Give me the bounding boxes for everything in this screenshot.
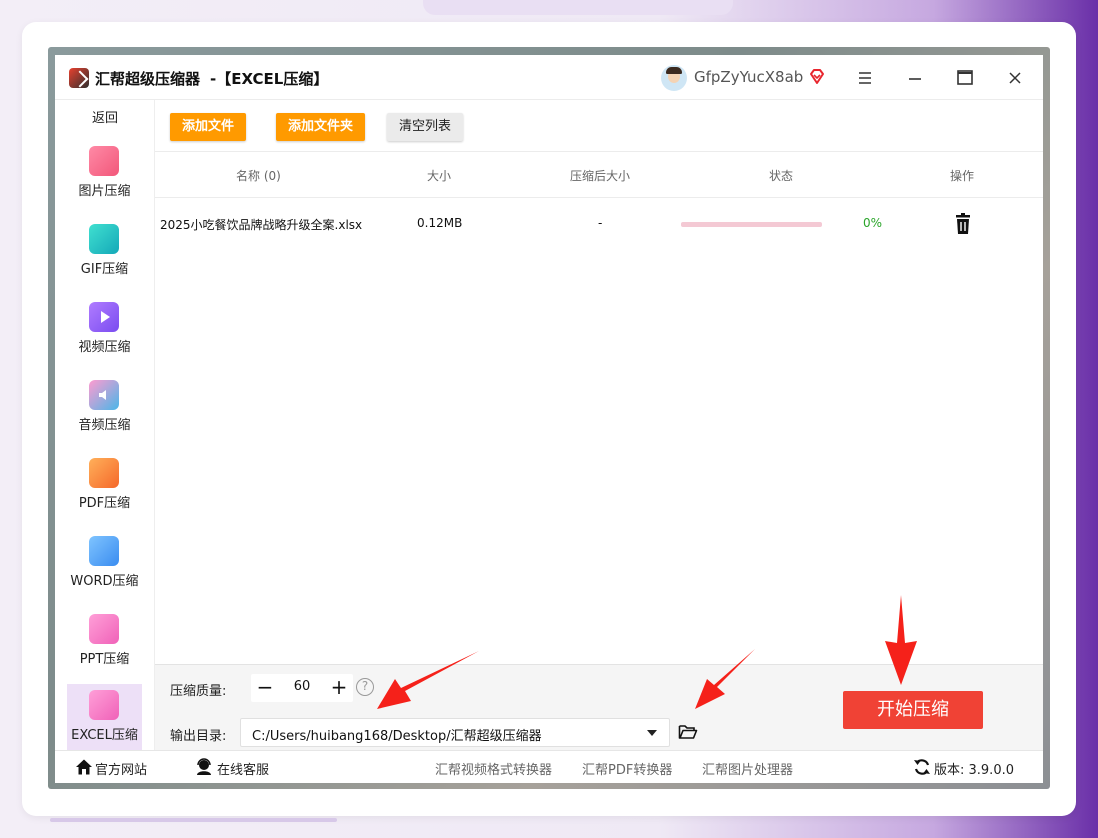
annotation-arrow-start: [885, 595, 917, 685]
output-dir-label: 输出目录:: [170, 729, 227, 744]
sidebar-item-label: GIF压缩: [80, 262, 129, 277]
file-name: 2025小吃餐饮品牌战略升级全案.xlsx: [160, 218, 363, 232]
output-dir-value: C:/Users/huibang168/Desktop/汇帮超级压缩器: [252, 729, 542, 744]
excel-compress-icon: [89, 690, 119, 720]
app-title: 汇帮超级压缩器: [95, 70, 201, 88]
annotation-arrow-path: [377, 651, 479, 709]
column-size: 大小: [427, 169, 452, 183]
maximize-icon[interactable]: [951, 64, 979, 92]
username[interactable]: GfpZyYucX8ab: [694, 68, 803, 86]
status-bar: 官方网站 在线客服 汇帮视频格式转换器 汇帮PDF转换器 汇帮图片处理器 版本:…: [55, 750, 1043, 783]
quality-stepper: − 60 +: [251, 674, 353, 702]
column-compressed-size: 压缩后大小: [570, 169, 631, 183]
gif-compress-icon: [89, 224, 119, 254]
version-label: 版本: 3.9.0.0: [934, 763, 1014, 778]
image-compress-icon: [89, 146, 119, 176]
sidebar-item-excel[interactable]: EXCEL压缩: [67, 684, 142, 754]
title-bar: 汇帮超级压缩器 -【EXCEL压缩】 GfpZyYucX8ab: [55, 55, 1043, 100]
column-action: 操作: [950, 169, 975, 183]
app-window: 汇帮超级压缩器 -【EXCEL压缩】 GfpZyYucX8ab 返回 图片压缩: [55, 55, 1043, 783]
minimize-icon[interactable]: [901, 64, 929, 92]
progress-bar: [681, 222, 822, 227]
help-icon[interactable]: ?: [356, 678, 374, 696]
add-folder-button[interactable]: 添加文件夹: [276, 113, 366, 141]
sidebar-item-ppt[interactable]: PPT压缩: [67, 608, 142, 678]
word-compress-icon: [89, 536, 119, 566]
file-size: 0.12MB: [417, 216, 463, 230]
sidebar-item-video[interactable]: 视频压缩: [67, 296, 142, 366]
annotation-arrow-folder: [695, 649, 755, 709]
folder-open-icon[interactable]: [678, 723, 698, 741]
sidebar-item-label: PDF压缩: [78, 496, 131, 511]
column-name: 名称 (0): [236, 169, 281, 183]
compressed-size: -: [598, 216, 603, 230]
sidebar-item-audio[interactable]: 音频压缩: [67, 374, 142, 444]
ppt-compress-icon: [89, 614, 119, 644]
pdf-converter-link[interactable]: 汇帮PDF转换器: [582, 759, 672, 778]
video-converter-link[interactable]: 汇帮视频格式转换器: [435, 759, 552, 778]
official-website-link[interactable]: 官方网站: [95, 759, 147, 778]
add-file-button[interactable]: 添加文件: [170, 113, 247, 141]
progress-percent: 0%: [863, 216, 883, 230]
chevron-down-icon: [647, 730, 657, 736]
back-button[interactable]: 返回: [55, 107, 155, 126]
sidebar: 返回 图片压缩 GIF压缩 视频压缩 音频压缩 PDF压缩 WORD压缩 PPT…: [55, 100, 155, 754]
sidebar-item-pdf[interactable]: PDF压缩: [67, 452, 142, 522]
bottom-decoration: [50, 818, 337, 822]
quality-label: 压缩质量:: [170, 684, 227, 699]
avatar[interactable]: [661, 65, 687, 91]
quality-value[interactable]: 60: [285, 679, 319, 694]
table-row[interactable]: 2025小吃餐饮品牌战略升级全案.xlsx 0.12MB - 0%: [155, 207, 1043, 243]
video-compress-icon: [89, 302, 119, 332]
home-icon[interactable]: [75, 758, 93, 776]
sidebar-item-label: 视频压缩: [78, 340, 131, 355]
sidebar-item-word[interactable]: WORD压缩: [67, 530, 142, 600]
decrease-button[interactable]: −: [253, 676, 277, 700]
clear-list-button[interactable]: 清空列表: [387, 113, 464, 141]
top-decoration: [423, 0, 733, 15]
online-support-link[interactable]: 在线客服: [217, 759, 269, 778]
increase-button[interactable]: +: [327, 676, 351, 700]
column-status: 状态: [769, 169, 794, 183]
table-header: 名称 (0) 大小 压缩后大小 状态 操作: [155, 152, 1043, 198]
audio-compress-icon: [89, 380, 119, 410]
sidebar-item-label: 图片压缩: [78, 184, 131, 199]
toolbar: 添加文件 添加文件夹 清空列表: [155, 100, 1043, 152]
refresh-icon[interactable]: [913, 758, 931, 776]
trash-icon[interactable]: [953, 213, 973, 235]
sidebar-item-label: PPT压缩: [79, 652, 130, 667]
app-logo-icon: [69, 68, 89, 88]
sidebar-item-image[interactable]: 图片压缩: [67, 140, 142, 210]
vip-diamond-icon[interactable]: [808, 68, 826, 86]
pdf-compress-icon: [89, 458, 119, 488]
image-processor-link[interactable]: 汇帮图片处理器: [702, 759, 793, 778]
start-compress-button[interactable]: 开始压缩: [843, 691, 983, 729]
app-subtitle: -【EXCEL压缩】: [210, 70, 329, 88]
close-icon[interactable]: [1001, 64, 1029, 92]
output-dir-select[interactable]: C:/Users/huibang168/Desktop/汇帮超级压缩器: [240, 718, 670, 747]
customer-service-icon[interactable]: [195, 758, 213, 776]
sidebar-item-label: 音频压缩: [78, 418, 131, 433]
sidebar-item-label: WORD压缩: [70, 574, 139, 589]
hamburger-menu-icon[interactable]: [851, 64, 879, 92]
sidebar-item-gif[interactable]: GIF压缩: [67, 218, 142, 288]
sidebar-item-label: EXCEL压缩: [71, 728, 138, 743]
